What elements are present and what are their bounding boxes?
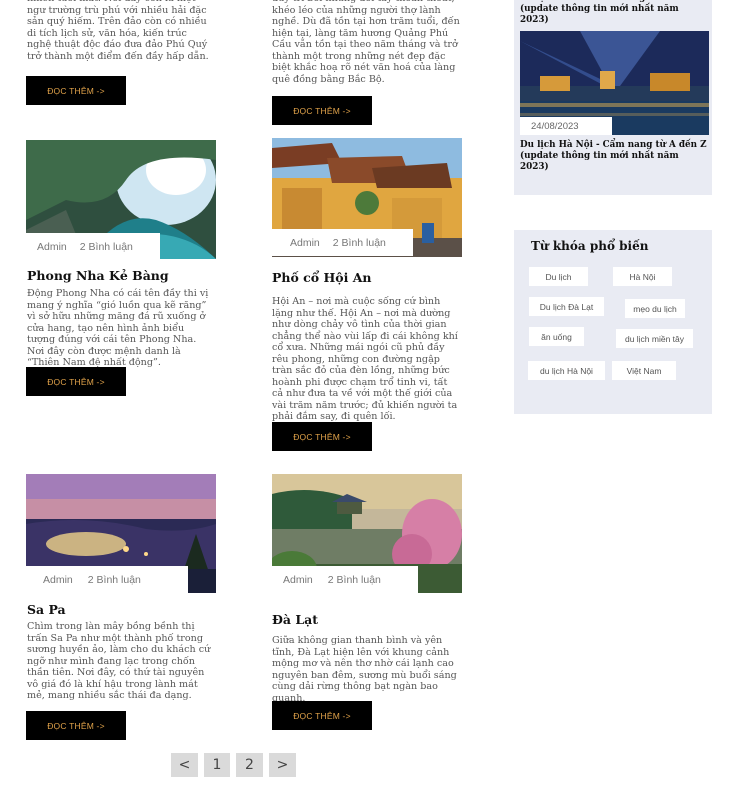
post-title[interactable]: Phố cổ Hội An: [272, 270, 372, 285]
post-comments[interactable]: 2 Bình luận: [88, 574, 141, 586]
sidebar-recent-posts: Du lịch Sa Pa - Cẩm nang từ A đến Z (upd…: [514, 0, 712, 195]
recent-post-title[interactable]: Du lịch Sa Pa - Cẩm nang từ A đến Z (upd…: [520, 0, 710, 26]
post-title[interactable]: Đà Lạt: [272, 612, 318, 627]
post-author[interactable]: Admin: [37, 241, 67, 253]
read-more-button-top-col2[interactable]: ĐỌC THÊM ->: [272, 96, 372, 125]
post-meta: Admin 2 Bình luận: [272, 566, 418, 593]
post-meta: Admin 2 Bình luận: [26, 233, 160, 260]
tag-an-uong[interactable]: ăn uống: [529, 327, 584, 346]
sidebar-tags: Từ khóa phổ biến Du lịch Hà Nội Du lịch …: [514, 230, 712, 414]
post-comments[interactable]: 2 Bình luận: [328, 574, 381, 586]
tags-heading: Từ khóa phổ biến: [531, 239, 649, 253]
post-comments[interactable]: 2 Bình luận: [80, 241, 133, 253]
post-excerpt: Hội An – nơi mà cuộc sống cứ bình lặng n…: [272, 296, 458, 422]
post-comments[interactable]: 2 Bình luận: [333, 237, 386, 249]
post-excerpt: Chìm trong làn mây bồng bềnh thị trấn Sa…: [27, 621, 211, 701]
post-meta: Admin 2 Bình luận: [26, 566, 188, 593]
post-author[interactable]: Admin: [43, 574, 73, 586]
read-more-button[interactable]: ĐỌC THÊM ->: [26, 711, 126, 740]
post-author[interactable]: Admin: [290, 237, 320, 249]
tag-viet-nam[interactable]: Việt Nam: [612, 361, 676, 380]
pagination-page-2[interactable]: 2: [236, 753, 263, 777]
tag-du-lich-ha-noi[interactable]: du lịch Hà Nội: [528, 361, 605, 380]
read-more-button-top-col1[interactable]: ĐỌC THÊM ->: [26, 76, 126, 105]
top-excerpt-col2: duy trì bởi những đôi tay thoăn thoắt, k…: [272, 0, 460, 85]
top-excerpt-col1: nhiên tươi mát. Nơi đây còn là một ngư t…: [27, 0, 209, 62]
pagination-prev[interactable]: <: [171, 753, 198, 777]
tag-du-lich-mien-tay[interactable]: du lịch miền tây: [616, 329, 693, 348]
read-more-button[interactable]: ĐỌC THÊM ->: [26, 367, 126, 396]
read-more-button[interactable]: ĐỌC THÊM ->: [272, 701, 372, 730]
tag-du-lich-da-lat[interactable]: Du lịch Đà Lạt: [529, 297, 604, 316]
tag-meo-du-lich[interactable]: mẹo du lịch: [625, 299, 685, 318]
post-author[interactable]: Admin: [283, 574, 313, 586]
recent-post-title[interactable]: Du lịch Hà Nội - Cẩm nang từ A đến Z (up…: [520, 140, 710, 173]
post-excerpt: Giữa không gian thanh bình và yên tĩnh, …: [272, 635, 457, 704]
tag-du-lich[interactable]: Du lịch: [529, 267, 588, 286]
pagination-next[interactable]: >: [269, 753, 296, 777]
read-more-button[interactable]: ĐỌC THÊM ->: [272, 422, 372, 451]
recent-post-date: 24/08/2023: [520, 117, 612, 135]
tag-ha-noi[interactable]: Hà Nội: [613, 267, 672, 286]
post-title[interactable]: Phong Nha Kẻ Bàng: [27, 268, 169, 283]
post-excerpt: Động Phong Nha có cái tên đầy thi vị man…: [27, 288, 209, 368]
post-meta: Admin 2 Bình luận: [272, 229, 413, 256]
post-title[interactable]: Sa Pa: [27, 602, 66, 617]
pagination-page-1[interactable]: 1: [204, 753, 230, 777]
